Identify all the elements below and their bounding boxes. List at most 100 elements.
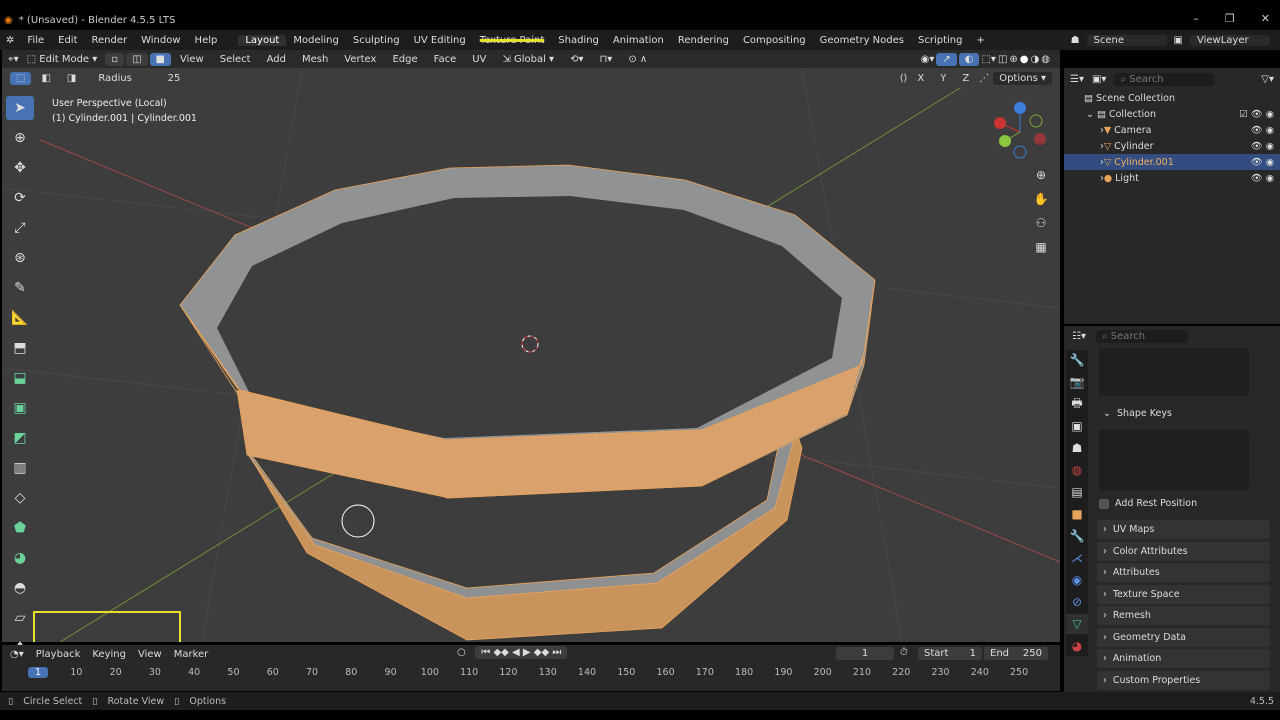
overlay-toggle-icon[interactable]: ◐ bbox=[958, 52, 980, 66]
tab-texture-paint[interactable]: Texture Paint bbox=[473, 35, 552, 46]
transform-tool-icon[interactable]: ⊛ bbox=[6, 246, 34, 270]
menu-render[interactable]: Render bbox=[85, 35, 135, 46]
scene-icon[interactable]: ☗ bbox=[1064, 35, 1087, 46]
tab-rendering[interactable]: Rendering bbox=[671, 35, 736, 46]
render-tab-icon[interactable]: 📷 bbox=[1066, 372, 1088, 392]
tab-geometry-nodes[interactable]: Geometry Nodes bbox=[813, 35, 911, 46]
outliner-row-camera[interactable]: › ▼ Camera 👁 ◉ bbox=[1064, 122, 1280, 138]
end-frame-field[interactable]: End 250 bbox=[984, 647, 1048, 660]
pan-hand-icon[interactable]: ✋ bbox=[1030, 188, 1052, 210]
proportional-edit-icon[interactable]: ⊙ ∧ bbox=[621, 54, 654, 65]
menu-mesh[interactable]: Mesh bbox=[295, 54, 335, 65]
maximize-button[interactable]: ❐ bbox=[1225, 12, 1235, 25]
particles-tab-icon[interactable]: ⋌ bbox=[1066, 548, 1088, 568]
current-frame-field[interactable]: 1 bbox=[836, 647, 894, 660]
panel-color-attributes[interactable]: › Color Attributes bbox=[1097, 542, 1270, 561]
tab-animation[interactable]: Animation bbox=[606, 35, 671, 46]
outliner-search-input[interactable]: ⌕ Search bbox=[1114, 72, 1215, 86]
perspective-toggle-icon[interactable]: ▦ bbox=[1030, 236, 1052, 258]
menu-help[interactable]: Help bbox=[188, 35, 225, 46]
gizmo-toggle-icon[interactable]: ↗ bbox=[936, 52, 957, 66]
outliner-row-light[interactable]: › ● Light 👁 ◉ bbox=[1064, 170, 1280, 186]
extrude-tool-icon[interactable]: ⬓ bbox=[6, 366, 34, 390]
minimize-button[interactable]: – bbox=[1193, 12, 1199, 25]
menu-keying[interactable]: Keying bbox=[92, 649, 126, 660]
tab-scripting[interactable]: Scripting bbox=[911, 35, 969, 46]
outliner-row-cylinder-001[interactable]: › ▽ Cylinder.001 👁 ◉ bbox=[1064, 154, 1280, 170]
auto-keying-icon[interactable]: ○ bbox=[457, 647, 466, 658]
knife-tool-icon[interactable]: ◇ bbox=[6, 486, 34, 510]
material-tab-icon[interactable]: ◕ bbox=[1066, 636, 1088, 656]
modifier-tab-icon[interactable]: 🔧 bbox=[1066, 526, 1088, 546]
tab-sculpting[interactable]: Sculpting bbox=[346, 35, 407, 46]
menu-add[interactable]: Add bbox=[260, 54, 293, 65]
vertex-select-mode[interactable]: ▫ bbox=[105, 52, 125, 66]
panel-animation[interactable]: › Animation bbox=[1097, 649, 1270, 668]
menu-edge[interactable]: Edge bbox=[385, 54, 424, 65]
menu-edit[interactable]: Edit bbox=[51, 35, 84, 46]
menu-select[interactable]: Select bbox=[213, 54, 258, 65]
material-shading-icon[interactable]: ◑ bbox=[1031, 54, 1040, 65]
xray-icon[interactable]: ◫ bbox=[998, 54, 1007, 65]
menu-uv[interactable]: UV bbox=[465, 54, 493, 65]
tab-compositing[interactable]: Compositing bbox=[736, 35, 813, 46]
mesh-edit-overlay-icon[interactable]: ⬚▾ bbox=[981, 54, 995, 65]
mode-selector[interactable]: ⬚ Edit Mode ▾ bbox=[20, 52, 104, 66]
zoom-icon[interactable]: ⊕ bbox=[1030, 164, 1052, 186]
add-rest-position-checkbox[interactable]: Add Rest Position bbox=[1099, 498, 1197, 509]
inset-tool-icon[interactable]: ▣ bbox=[6, 396, 34, 420]
menu-view-timeline[interactable]: View bbox=[138, 649, 162, 660]
outliner-row-collection[interactable]: ⌄ ▤ Collection ☑ 👁 ◉ bbox=[1064, 106, 1280, 122]
select-extend-icon[interactable]: ◧ bbox=[35, 72, 57, 85]
tab-layout[interactable]: Layout bbox=[238, 34, 287, 46]
properties-search-input[interactable]: ⌕ Search bbox=[1095, 329, 1188, 343]
stopwatch-icon[interactable]: ⏱ bbox=[900, 647, 908, 658]
orientation-selector[interactable]: ⇲ Global ▾ bbox=[495, 54, 561, 65]
output-tab-icon[interactable]: 🖶 bbox=[1066, 394, 1088, 414]
shape-keys-panel-header[interactable]: ⌄ Shape Keys bbox=[1097, 404, 1270, 423]
mirror-y[interactable]: Y bbox=[934, 72, 953, 85]
snap-icon[interactable]: ⊓▾ bbox=[592, 54, 619, 65]
data-tab-icon[interactable]: ▽ bbox=[1066, 614, 1088, 634]
radius-field[interactable]: Radius 25 bbox=[92, 72, 187, 85]
timeline-editor-type-icon[interactable]: ◔▾ bbox=[10, 649, 24, 660]
outliner-display-mode-icon[interactable]: ☰▾ bbox=[1070, 74, 1084, 85]
rendered-shading-icon[interactable]: ◍ bbox=[1041, 54, 1050, 65]
view-layer-icon[interactable]: ▣ bbox=[1167, 35, 1190, 46]
cursor-tool-icon[interactable]: ⊕ bbox=[6, 126, 34, 150]
visibility-icon[interactable]: ◉▾ bbox=[921, 54, 935, 65]
view-layer-selector[interactable]: ViewLayer bbox=[1190, 34, 1270, 46]
world-tab-icon[interactable]: ◍ bbox=[1066, 460, 1088, 480]
menu-vertex[interactable]: Vertex bbox=[337, 54, 383, 65]
timeline-scrubber[interactable]: 1 10 20 30 40 50 60 70 80 90 100 110 120 130 140 150 160… bbox=[2, 663, 1060, 691]
row-visibility-icons[interactable]: 👁 ◉ bbox=[1251, 157, 1274, 168]
tab-uv-editing[interactable]: UV Editing bbox=[407, 35, 473, 46]
spin-tool-icon[interactable]: ◕ bbox=[6, 546, 34, 570]
outliner-row-cylinder[interactable]: › ▽ Cylinder 👁 ◉ bbox=[1064, 138, 1280, 154]
menu-face[interactable]: Face bbox=[427, 54, 464, 65]
mirror-z[interactable]: Z bbox=[956, 72, 976, 85]
bevel-tool-icon[interactable]: ◩ bbox=[6, 426, 34, 450]
loop-cut-tool-icon[interactable]: ▥ bbox=[6, 456, 34, 480]
editor-type-icon[interactable]: ⌖▾ bbox=[8, 54, 19, 65]
poly-build-tool-icon[interactable]: ⬟ bbox=[6, 516, 34, 540]
vertex-groups-list[interactable] bbox=[1099, 348, 1249, 396]
rotate-tool-icon[interactable]: ⟳ bbox=[6, 186, 34, 210]
select-new-icon[interactable]: ⬚ bbox=[10, 72, 32, 85]
options-dropdown[interactable]: Options ▾ bbox=[993, 72, 1052, 85]
menu-file[interactable]: File bbox=[20, 35, 51, 46]
mirror-icon[interactable]: ⟨⟩ bbox=[900, 73, 908, 84]
tab-shading[interactable]: Shading bbox=[551, 35, 606, 46]
camera-view-icon[interactable]: ⚇ bbox=[1030, 212, 1052, 234]
outliner-filter-view-icon[interactable]: ▣▾ bbox=[1092, 74, 1106, 85]
panel-uv-maps[interactable]: › UV Maps bbox=[1097, 520, 1270, 539]
panel-remesh[interactable]: › Remesh bbox=[1097, 606, 1270, 625]
transport-buttons[interactable]: ⏮ ◆◆ ◀ ▶ ◆◆ ⏭ bbox=[475, 646, 568, 659]
shear-tool-icon[interactable]: ▱ bbox=[6, 606, 34, 630]
menu-window[interactable]: Window bbox=[134, 35, 187, 46]
select-subtract-icon[interactable]: ◨ bbox=[60, 72, 83, 85]
mirror-x[interactable]: X bbox=[911, 72, 931, 85]
panel-texture-space[interactable]: › Texture Space bbox=[1097, 585, 1270, 604]
scene-selector[interactable]: Scene bbox=[1086, 34, 1167, 46]
annotate-tool-icon[interactable]: ✎ bbox=[6, 276, 34, 300]
